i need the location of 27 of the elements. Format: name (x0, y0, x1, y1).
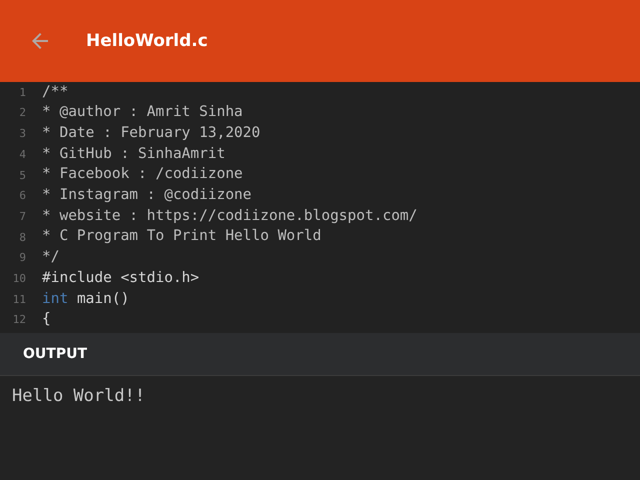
code-line: * @author : Amrit Sinha (42, 104, 243, 122)
line-number: 1 (18, 86, 26, 99)
line-number: 12 (12, 313, 26, 326)
code-line: * C Program To Print Hello World (42, 228, 322, 246)
code-line: * website : https://codiizone.blogspot.com/ (42, 208, 418, 226)
line-number: 7 (18, 210, 26, 224)
line-number: 9 (18, 251, 26, 264)
line-number: 11 (12, 292, 26, 306)
code-line: { (42, 311, 51, 329)
code-line: #include <stdio.h> (42, 270, 200, 288)
line-number: 6 (18, 189, 26, 202)
line-number: 5 (18, 168, 26, 182)
line-number: 8 (18, 230, 26, 244)
output-text: Hello World!! (12, 386, 146, 406)
code-line: * GitHub : SinhaAmrit (42, 146, 226, 164)
code-line: */ (42, 249, 60, 267)
code-line: int main() (42, 290, 130, 308)
file-title: HelloWorld.c (86, 31, 208, 51)
line-number: 2 (18, 106, 26, 120)
code-line: * Instagram : @codiizone (42, 187, 252, 204)
output-heading: OUTPUT (23, 346, 87, 362)
line-number: 10 (12, 272, 26, 286)
code-line: * Facebook : /codiizone (42, 166, 243, 184)
code-line: /** (42, 84, 68, 102)
line-number: 4 (18, 148, 26, 161)
line-number: 3 (18, 127, 26, 140)
code-line: * Date : February 13,2020 (42, 125, 260, 142)
